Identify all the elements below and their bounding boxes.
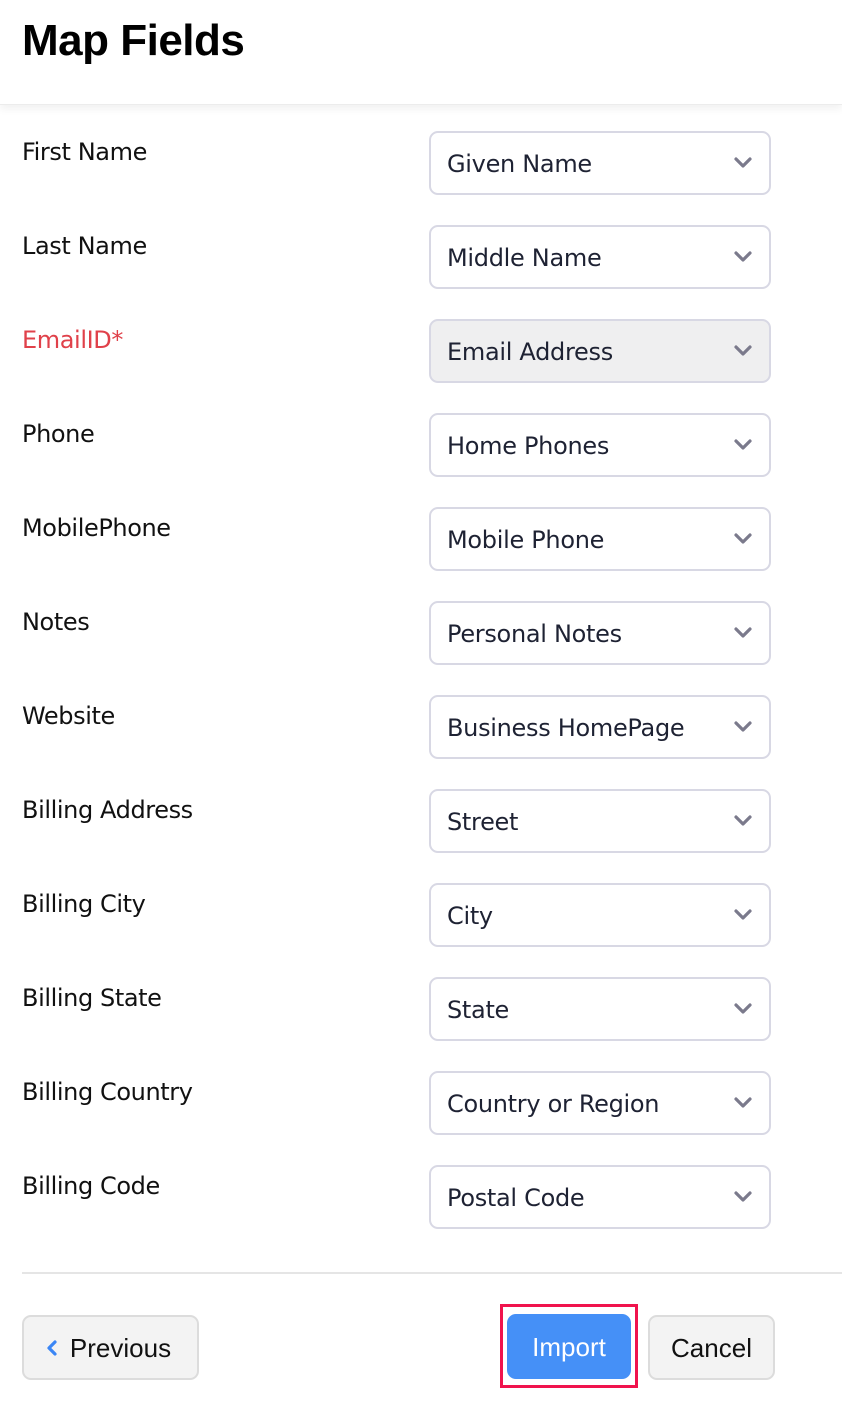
cancel-button-label: Cancel <box>671 1332 752 1363</box>
select-value: City <box>447 902 493 930</box>
footer-divider <box>22 1272 842 1274</box>
field-select-billing-code[interactable]: Postal Code <box>429 1165 771 1229</box>
chevron-down-icon <box>734 627 752 638</box>
chevron-left-icon <box>47 1339 57 1356</box>
field-row-last-name: Last Name Middle Name <box>0 225 842 319</box>
chevron-down-icon <box>734 251 752 262</box>
field-label: Billing Address <box>22 796 193 824</box>
select-value: Country or Region <box>447 1090 660 1118</box>
chevron-down-icon <box>734 533 752 544</box>
select-value: Mobile Phone <box>447 526 605 554</box>
chevron-down-icon <box>734 1191 752 1202</box>
field-label: Notes <box>22 608 90 636</box>
header: Map Fields <box>0 0 842 105</box>
field-select-billing-state[interactable]: State <box>429 977 771 1041</box>
chevron-down-icon <box>734 345 752 356</box>
field-row-billing-state: Billing State State <box>0 977 842 1071</box>
field-row-billing-code: Billing Code Postal Code <box>0 1165 842 1259</box>
field-select-first-name[interactable]: Given Name <box>429 131 771 195</box>
field-row-billing-address: Billing Address Street <box>0 789 842 883</box>
field-label: Billing Code <box>22 1172 160 1200</box>
field-row-notes: Notes Personal Notes <box>0 601 842 695</box>
field-label: Billing City <box>22 890 146 918</box>
chevron-down-icon <box>734 157 752 168</box>
field-select-notes[interactable]: Personal Notes <box>429 601 771 665</box>
field-row-phone: Phone Home Phones <box>0 413 842 507</box>
field-select-billing-address[interactable]: Street <box>429 789 771 853</box>
field-label-required: EmailID* <box>22 326 123 354</box>
select-value: Personal Notes <box>447 620 622 648</box>
import-button[interactable]: Import <box>507 1314 631 1379</box>
previous-button[interactable]: Previous <box>22 1315 199 1380</box>
select-value: Business HomePage <box>447 714 685 742</box>
select-value: Middle Name <box>447 244 602 272</box>
chevron-down-icon <box>734 909 752 920</box>
chevron-down-icon <box>734 1097 752 1108</box>
field-select-billing-country[interactable]: Country or Region <box>429 1071 771 1135</box>
field-label: Website <box>22 702 115 730</box>
field-select-mobile-phone[interactable]: Mobile Phone <box>429 507 771 571</box>
field-select-email[interactable]: Email Address <box>429 319 771 383</box>
chevron-down-icon <box>734 721 752 732</box>
field-select-billing-city[interactable]: City <box>429 883 771 947</box>
chevron-down-icon <box>734 1003 752 1014</box>
field-row-website: Website Business HomePage <box>0 695 842 789</box>
field-label: First Name <box>22 138 147 166</box>
field-row-email: EmailID* Email Address <box>0 319 842 413</box>
page-title: Map Fields <box>22 16 245 65</box>
select-value: Given Name <box>447 150 592 178</box>
field-label: Billing Country <box>22 1078 193 1106</box>
select-value: Postal Code <box>447 1184 585 1212</box>
field-mapping-list: First Name Given Name Last Name Middle N… <box>0 131 842 1259</box>
field-label: MobilePhone <box>22 514 171 542</box>
field-select-website[interactable]: Business HomePage <box>429 695 771 759</box>
field-row-first-name: First Name Given Name <box>0 131 842 225</box>
field-row-billing-country: Billing Country Country or Region <box>0 1071 842 1165</box>
select-value: Street <box>447 808 519 836</box>
field-label: Last Name <box>22 232 147 260</box>
field-select-phone[interactable]: Home Phones <box>429 413 771 477</box>
cancel-button[interactable]: Cancel <box>648 1315 775 1380</box>
select-value: State <box>447 996 510 1024</box>
chevron-down-icon <box>734 439 752 450</box>
field-select-last-name[interactable]: Middle Name <box>429 225 771 289</box>
select-value: Home Phones <box>447 432 610 460</box>
chevron-down-icon <box>734 815 752 826</box>
import-button-label: Import <box>532 1331 606 1362</box>
field-row-billing-city: Billing City City <box>0 883 842 977</box>
select-value: Email Address <box>447 338 613 366</box>
previous-button-label: Previous <box>69 1332 172 1363</box>
field-label: Billing State <box>22 984 162 1012</box>
field-label: Phone <box>22 420 95 448</box>
field-row-mobile-phone: MobilePhone Mobile Phone <box>0 507 842 601</box>
